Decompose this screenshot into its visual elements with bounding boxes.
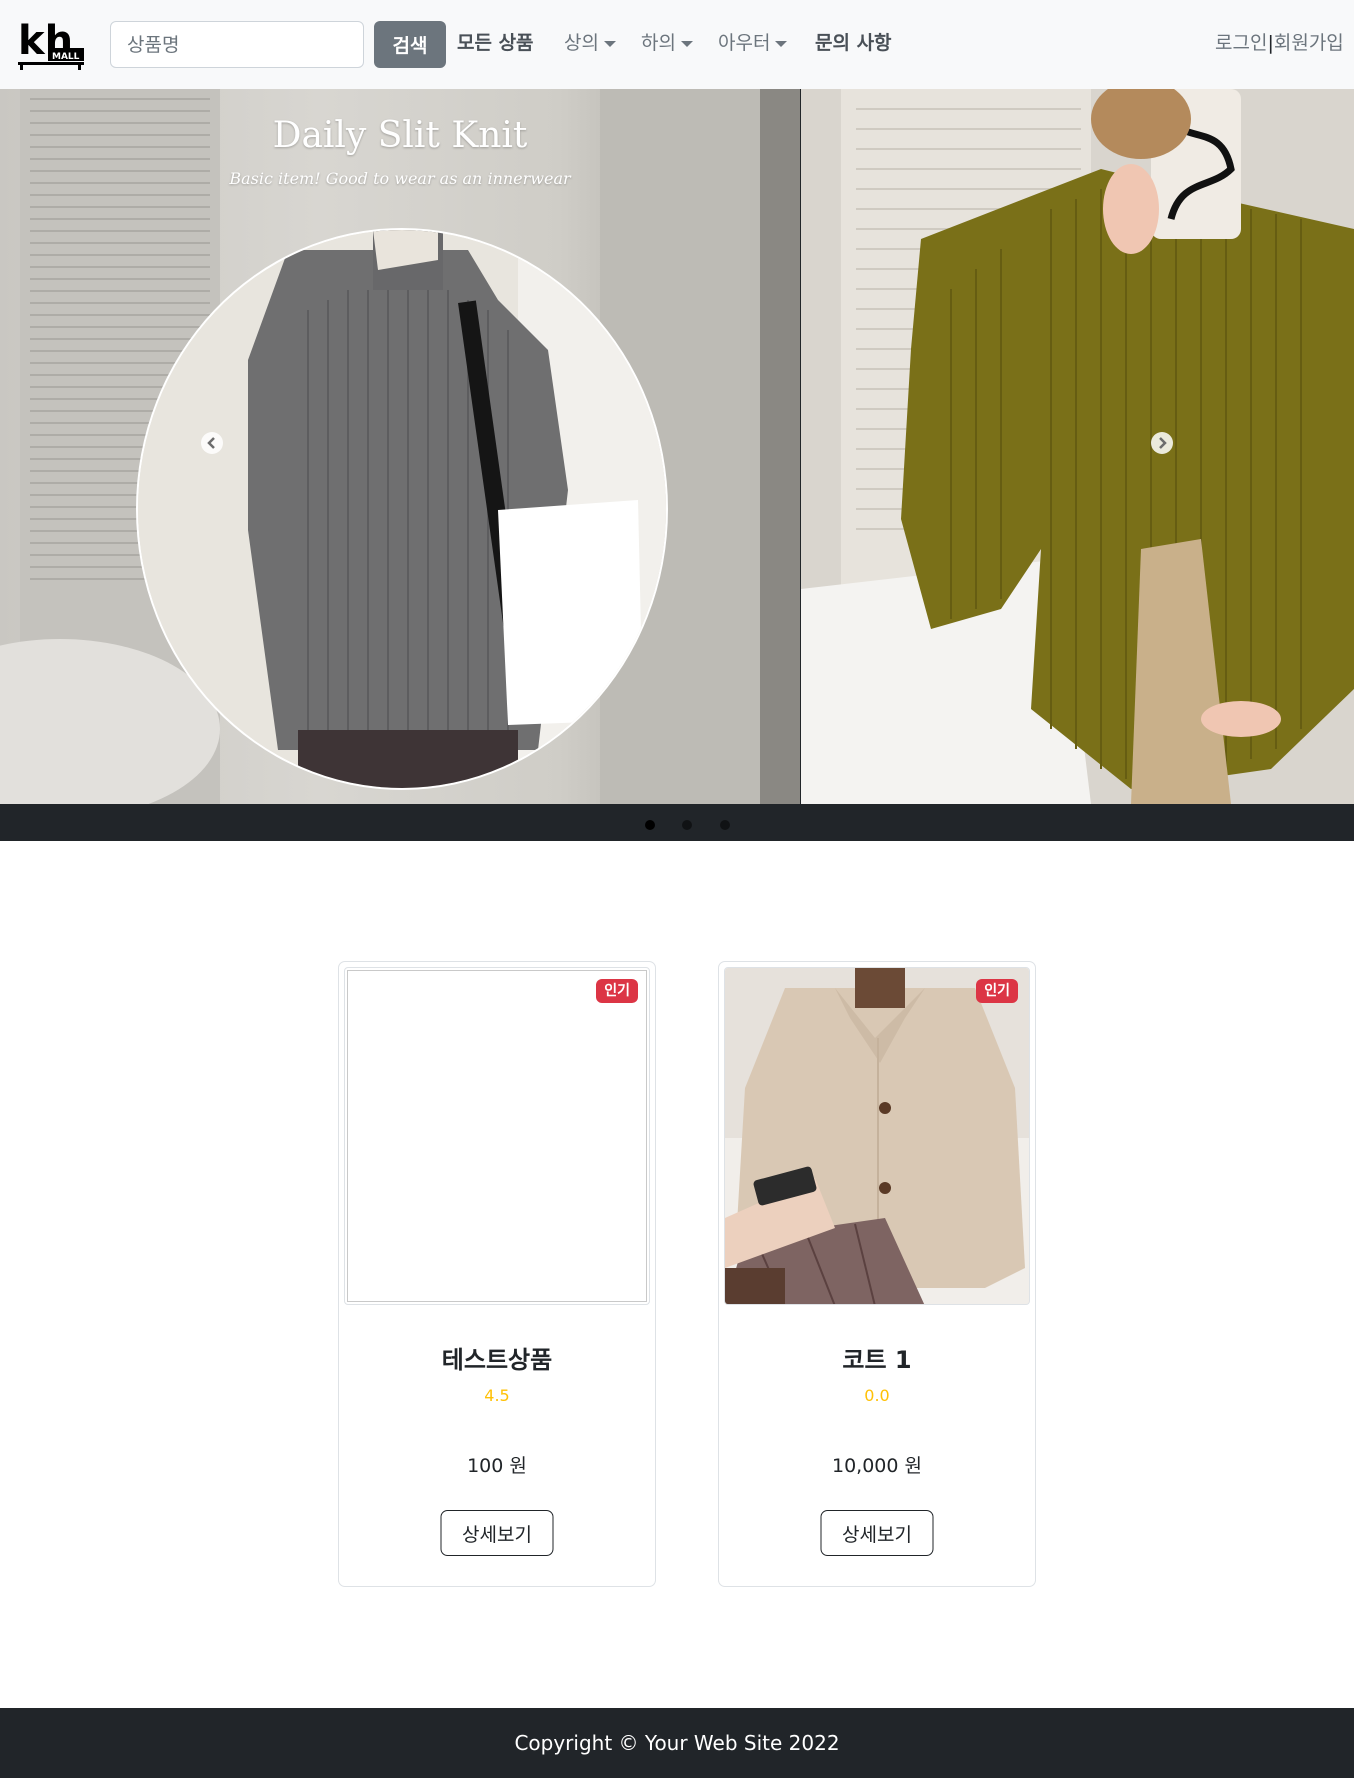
nav-tops-label: 상의 <box>564 32 599 54</box>
nav-bottoms-label: 하의 <box>641 32 676 54</box>
chevron-right-icon <box>1159 437 1167 449</box>
signup-link[interactable]: 회원가입 <box>1274 32 1344 54</box>
product-rating: 0.0 <box>864 1386 890 1405</box>
carousel-indicators <box>0 814 1354 834</box>
login-link[interactable]: 로그인 <box>1215 32 1267 54</box>
search-button[interactable]: 검색 <box>374 21 446 68</box>
auth-links: 로그인|회원가입 <box>1215 28 1344 58</box>
nav-tops-dropdown[interactable]: 상의 <box>564 28 616 58</box>
grey-knit-photo <box>136 228 668 790</box>
carousel-indicator-3[interactable] <box>720 820 730 830</box>
carousel-slide-grey-knit: Daily Slit Knit Basic item! Good to wear… <box>0 89 800 804</box>
product-rating: 4.5 <box>484 1386 510 1405</box>
carousel-title: Daily Slit Knit <box>272 115 528 156</box>
product-price: 100 원 <box>467 1455 527 1477</box>
hero-carousel: Daily Slit Knit Basic item! Good to wear… <box>0 89 1354 841</box>
caret-down-icon <box>680 40 693 47</box>
product-name: 테스트상품 <box>441 1346 553 1374</box>
nav-inquiry[interactable]: 문의 사항 <box>815 28 892 58</box>
carousel-indicator-2[interactable] <box>682 820 692 830</box>
product-price: 10,000 원 <box>831 1455 922 1477</box>
nav-bottoms-dropdown[interactable]: 하의 <box>641 28 693 58</box>
carousel-subtitle: Basic item! Good to wear as an innerwear <box>229 169 571 188</box>
carousel-slide-olive-knit <box>801 89 1354 804</box>
nav-outerwear-dropdown[interactable]: 아우터 <box>718 28 788 58</box>
nav-outerwear-label: 아우터 <box>718 32 771 54</box>
product-search-input[interactable] <box>110 21 364 68</box>
caret-down-icon <box>775 40 788 47</box>
nav-all-products[interactable]: 모든 상품 <box>457 28 534 58</box>
caret-down-icon <box>603 40 616 47</box>
popular-badge: 인기 <box>976 979 1018 1003</box>
view-details-button[interactable]: 상세보기 <box>440 1510 554 1556</box>
chevron-left-icon <box>207 437 215 449</box>
product-card: 인기 코트 1 0.0 10,000 원 상세보기 <box>718 961 1036 1587</box>
carousel-next-button[interactable] <box>1151 432 1173 454</box>
olive-knit-photo <box>801 89 1354 804</box>
product-name: 코트 1 <box>842 1346 912 1374</box>
top-navbar: kh MALL 검색 모든 상품 상의 하의 아우터 문의 사항 로그인|회원가… <box>0 0 1354 89</box>
beige-coat-photo <box>725 968 1029 1304</box>
product-card: 인기 테스트상품 4.5 100 원 상세보기 <box>338 961 656 1587</box>
product-image[interactable]: 인기 <box>724 967 1030 1305</box>
popular-badge: 인기 <box>596 979 638 1003</box>
carousel-indicator-1[interactable] <box>645 820 655 830</box>
product-image-placeholder[interactable]: 인기 <box>344 967 650 1305</box>
view-details-button[interactable]: 상세보기 <box>820 1510 934 1556</box>
kh-mall-logo[interactable]: kh MALL <box>18 18 86 70</box>
site-footer: Copyright © Your Web Site 2022 <box>0 1708 1354 1778</box>
copyright-text: Copyright © Your Web Site 2022 <box>514 1731 840 1755</box>
logo-sub-text: MALL <box>52 52 80 62</box>
carousel-prev-button[interactable] <box>201 432 223 454</box>
